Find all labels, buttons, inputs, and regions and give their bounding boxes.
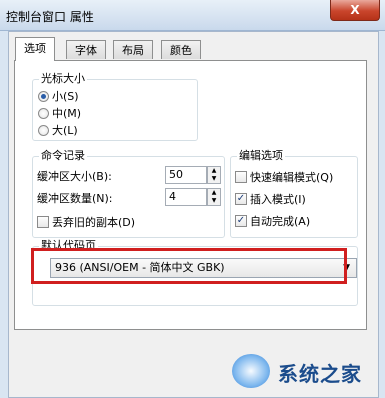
red-highlight-box bbox=[31, 248, 347, 284]
tab-layout[interactable]: 布局 bbox=[113, 40, 153, 59]
checkbox[interactable] bbox=[235, 171, 247, 183]
window-title: 控制台窗口 属性 bbox=[6, 10, 94, 24]
tab-font[interactable]: 字体 bbox=[66, 40, 106, 59]
radio-icon[interactable] bbox=[38, 107, 49, 119]
discard-old-option[interactable]: 丢弃旧的副本(D) bbox=[37, 214, 135, 230]
buffer-count-spinner[interactable]: ▲ ▼ bbox=[207, 188, 221, 206]
dialog-client: 选项 字体 布局 颜色 光标大小 小(S) 中(M) 大(L) 命令记录 缓冲区… bbox=[8, 31, 379, 398]
tab-label: 布局 bbox=[122, 44, 144, 57]
spin-up-icon[interactable]: ▲ bbox=[208, 167, 220, 175]
auto-complete-label: 自动完成(A) bbox=[250, 215, 311, 228]
radio-small[interactable]: 小(S) bbox=[38, 88, 79, 104]
radio-large[interactable]: 大(L) bbox=[38, 122, 78, 138]
close-button[interactable]: X bbox=[330, 0, 380, 21]
cursor-size-group: 光标大小 小(S) 中(M) 大(L) bbox=[32, 72, 198, 141]
command-history-title: 命令记录 bbox=[39, 149, 87, 163]
tab-colors[interactable]: 颜色 bbox=[161, 40, 201, 59]
checkbox-checked-icon[interactable]: ✓ bbox=[235, 215, 247, 227]
quick-edit-option[interactable]: 快速编辑模式(Q) bbox=[235, 169, 333, 185]
edit-options-group: 编辑选项 快速编辑模式(Q) ✓ 插入模式(I) ✓ 自动完成(A) bbox=[230, 149, 358, 238]
command-history-group: 命令记录 缓冲区大小(B): 50 ▲ ▼ 缓冲区数量(N): 4 ▲ ▼ 丢弃… bbox=[32, 149, 225, 238]
buffer-size-label: 缓冲区大小(B): bbox=[37, 170, 112, 183]
insert-mode-option[interactable]: ✓ 插入模式(I) bbox=[235, 191, 306, 207]
spin-down-icon[interactable]: ▼ bbox=[208, 197, 220, 205]
insert-mode-label: 插入模式(I) bbox=[250, 193, 306, 206]
tab-options[interactable]: 选项 bbox=[15, 37, 55, 61]
checkbox[interactable] bbox=[37, 216, 49, 228]
spin-down-icon[interactable]: ▼ bbox=[208, 175, 220, 183]
checkbox-checked-icon[interactable]: ✓ bbox=[235, 193, 247, 205]
tab-label: 字体 bbox=[75, 44, 97, 57]
buffer-size-input[interactable]: 50 bbox=[165, 166, 207, 184]
buffer-size-spinner[interactable]: ▲ ▼ bbox=[207, 166, 221, 184]
radio-icon[interactable] bbox=[38, 124, 49, 136]
radio-selected-icon[interactable] bbox=[38, 90, 49, 102]
buffer-count-input[interactable]: 4 bbox=[165, 188, 207, 206]
auto-complete-option[interactable]: ✓ 自动完成(A) bbox=[235, 213, 310, 229]
title-bar[interactable]: 控制台窗口 属性 X bbox=[0, 0, 385, 31]
buffer-count-label: 缓冲区数量(N): bbox=[37, 192, 113, 205]
house-logo-icon bbox=[232, 354, 270, 388]
radio-large-label: 大(L) bbox=[52, 124, 78, 137]
tab-label: 选项 bbox=[24, 42, 46, 55]
options-page: 光标大小 小(S) 中(M) 大(L) 命令记录 缓冲区大小(B): 50 ▲ … bbox=[14, 60, 367, 330]
radio-medium-label: 中(M) bbox=[52, 107, 82, 120]
spin-up-icon[interactable]: ▲ bbox=[208, 189, 220, 197]
radio-medium[interactable]: 中(M) bbox=[38, 105, 81, 121]
tab-label: 颜色 bbox=[170, 44, 192, 57]
watermark: 系统之家 bbox=[216, 348, 385, 396]
watermark-text: 系统之家 bbox=[278, 362, 362, 386]
cursor-size-title: 光标大小 bbox=[39, 72, 87, 86]
discard-old-label: 丢弃旧的副本(D) bbox=[52, 216, 136, 229]
quick-edit-label: 快速编辑模式(Q) bbox=[250, 171, 334, 184]
radio-small-label: 小(S) bbox=[52, 90, 79, 103]
edit-options-title: 编辑选项 bbox=[237, 149, 285, 163]
